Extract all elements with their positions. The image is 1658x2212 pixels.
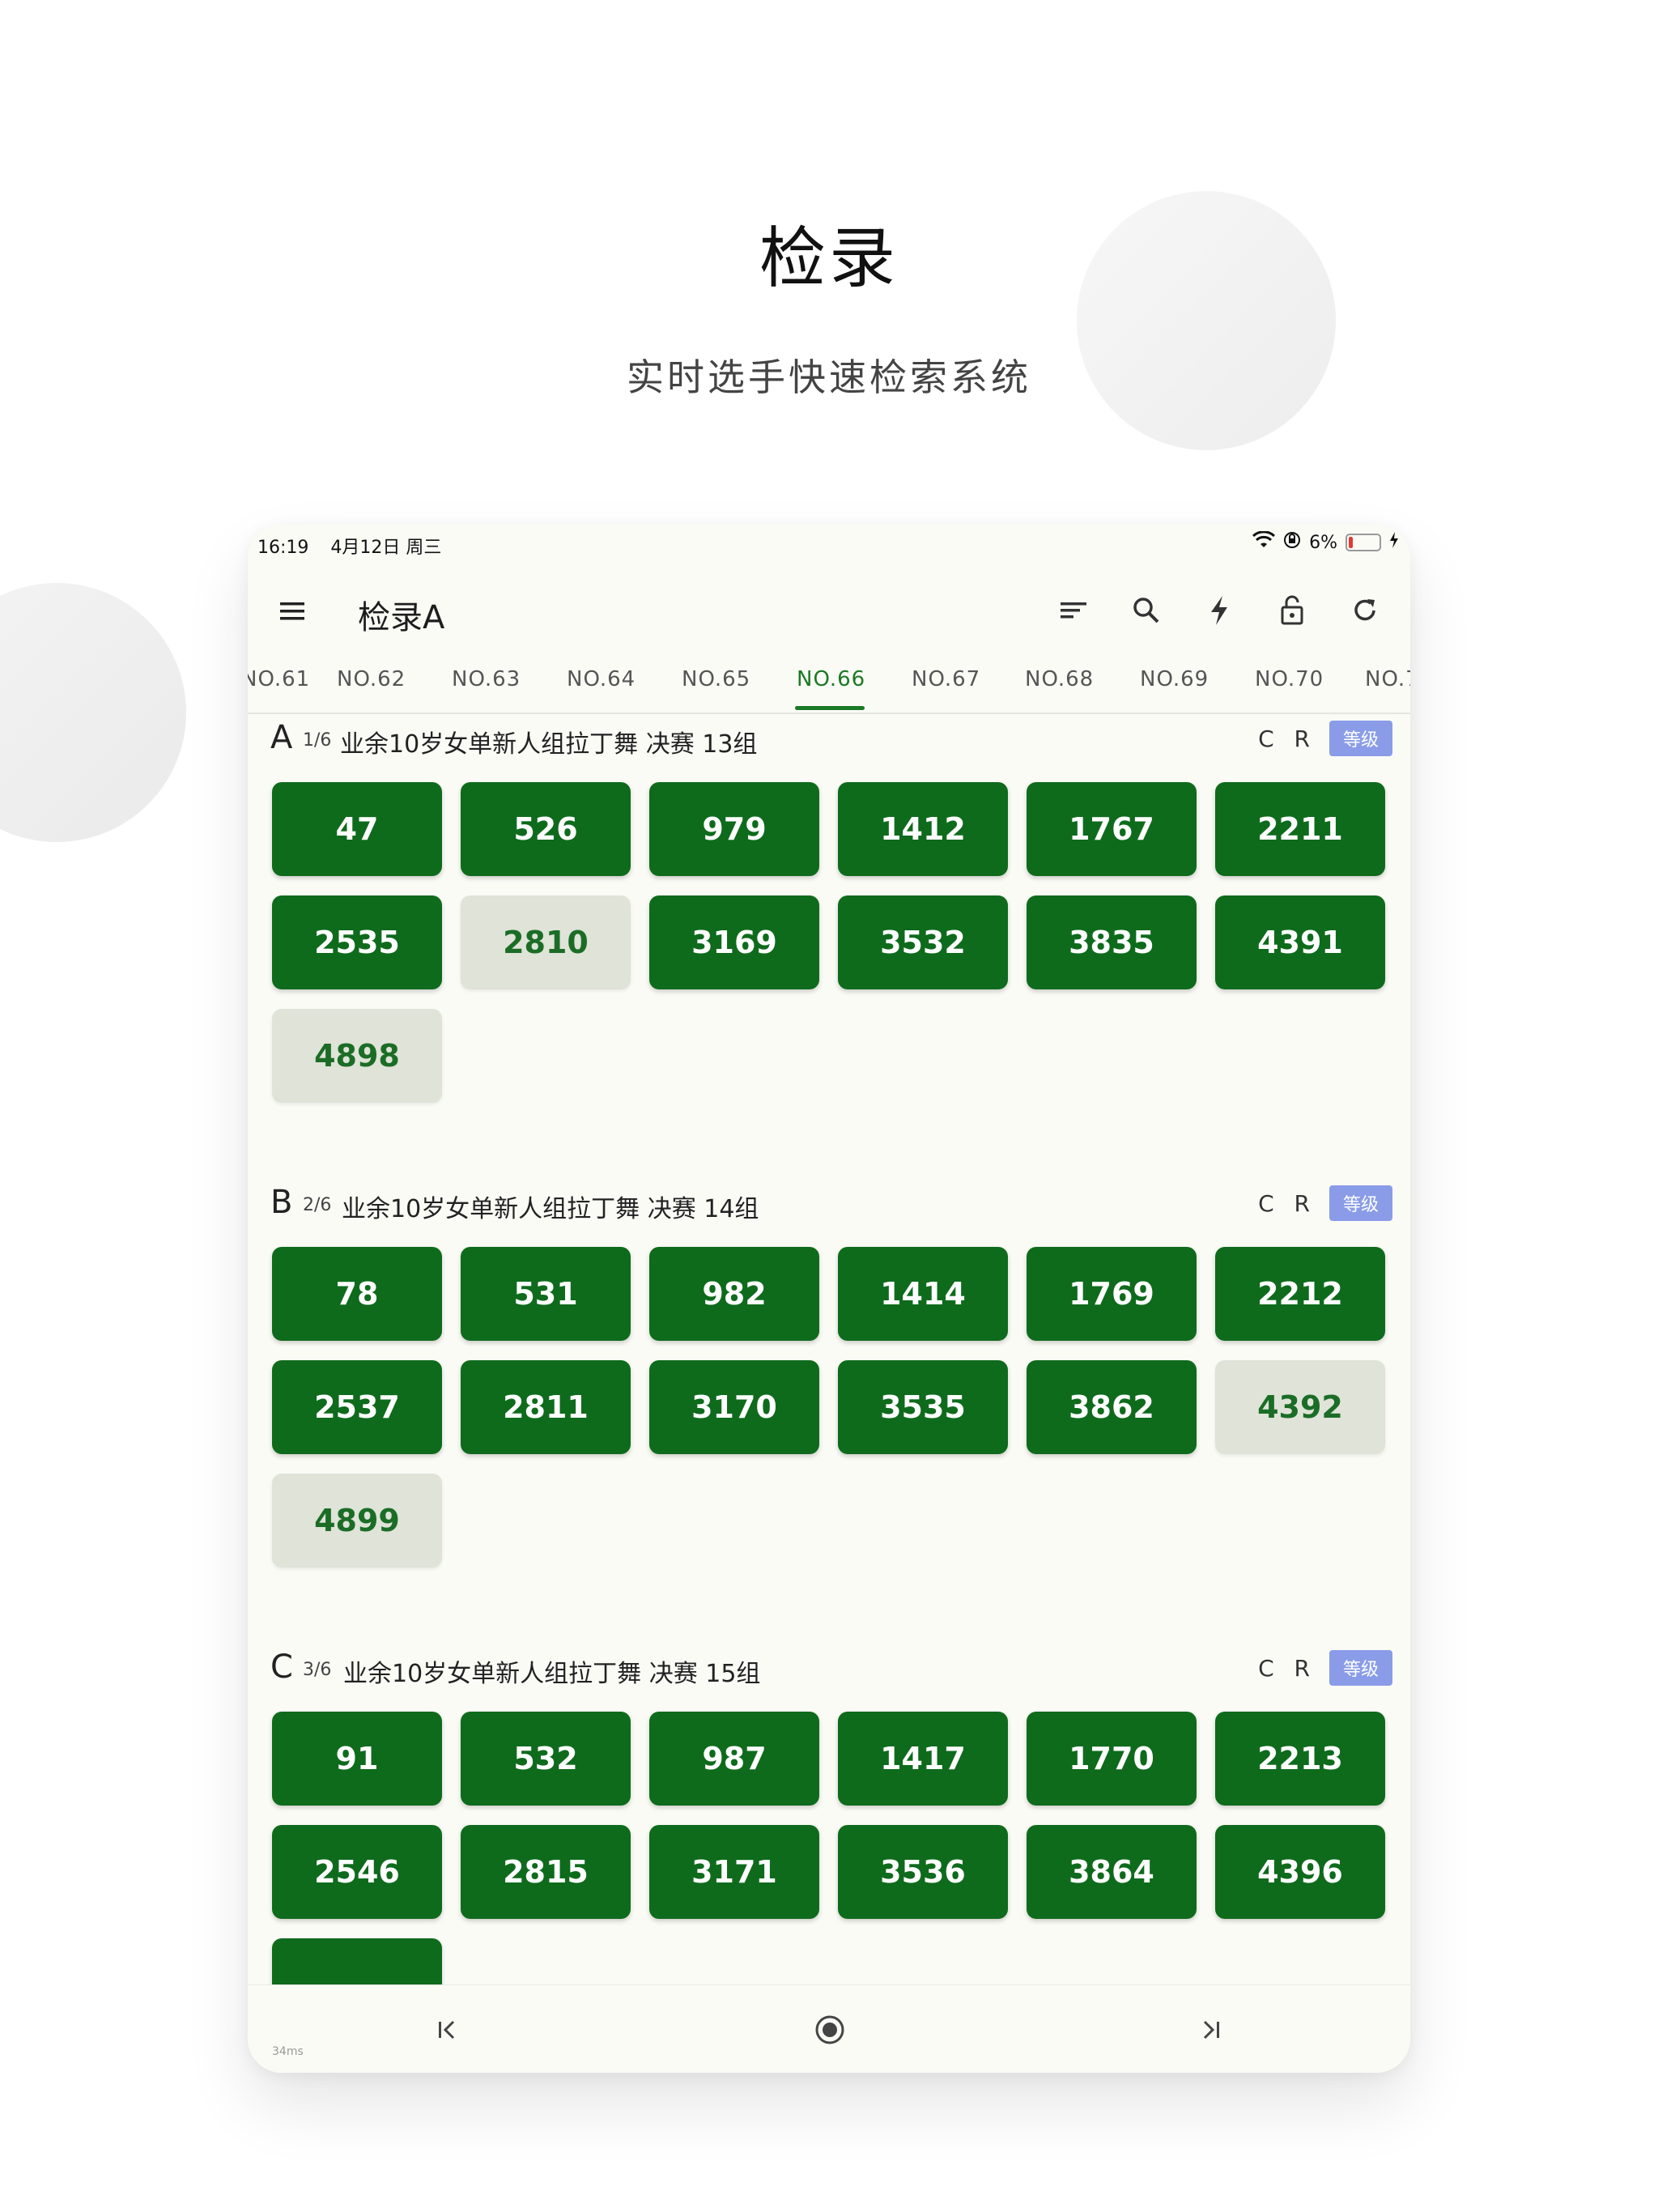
competitor-number-button[interactable]: 3835: [1027, 895, 1197, 989]
competitor-number-button[interactable]: 2535: [272, 895, 442, 989]
level-badge[interactable]: 等级: [1329, 721, 1392, 756]
charging-icon: [1389, 532, 1399, 553]
tab-no71[interactable]: NO.71: [1365, 667, 1410, 691]
tab-no69[interactable]: NO.69: [1140, 667, 1209, 691]
tab-no64[interactable]: NO.64: [567, 667, 636, 691]
sort-icon[interactable]: [1049, 586, 1098, 635]
competitor-number-button[interactable]: 3862: [1027, 1360, 1197, 1454]
active-tab-indicator: [795, 706, 865, 710]
heat-index: 2/6: [303, 1195, 332, 1215]
competitor-number-button[interactable]: 2211: [1215, 782, 1385, 876]
competitor-number-button[interactable]: 4899: [272, 1474, 442, 1568]
competitor-number-button[interactable]: 4898: [272, 1009, 442, 1103]
competitor-number-button[interactable]: 1770: [1027, 1712, 1197, 1806]
competitor-number-button[interactable]: 2815: [461, 1825, 631, 1919]
heat-header: C 3/6 业余10岁女单新人组拉丁舞 决赛 15组 C R 等级: [267, 1644, 1392, 1692]
flash-icon[interactable]: [1195, 586, 1244, 635]
competitor-number-button[interactable]: 3532: [838, 895, 1008, 989]
competitor-number-button[interactable]: [272, 1938, 442, 1987]
status-time: 16:19: [257, 538, 309, 558]
competitor-number-button[interactable]: 78: [272, 1247, 442, 1341]
tablet-screen: 16:19 4月12日 周三 6% 检录A NO.61 NO.62 NO.63 …: [248, 525, 1410, 2073]
competitor-number-button[interactable]: 4396: [1215, 1825, 1385, 1919]
menu-icon[interactable]: [272, 591, 312, 632]
competitor-number-button[interactable]: 531: [461, 1247, 631, 1341]
battery-icon: [1346, 534, 1381, 551]
wifi-icon: [1252, 530, 1276, 554]
heat-index: 1/6: [303, 730, 332, 751]
heat-title: 业余10岁女单新人组拉丁舞 决赛 13组: [340, 730, 758, 759]
level-badge[interactable]: 等级: [1329, 1650, 1392, 1686]
tab-no68[interactable]: NO.68: [1025, 667, 1094, 691]
competitor-number-button[interactable]: 1769: [1027, 1247, 1197, 1341]
competitor-number-button[interactable]: 1767: [1027, 782, 1197, 876]
competitor-number-button[interactable]: 1417: [838, 1712, 1008, 1806]
competitor-number-button[interactable]: 3170: [649, 1360, 819, 1454]
tab-no61[interactable]: NO.61: [248, 667, 310, 691]
heat-header: A 1/6 业余10岁女单新人组拉丁舞 决赛 13组 C R 等级: [267, 714, 1392, 763]
heat-letter: C: [270, 1648, 293, 1686]
first-page-icon[interactable]: [427, 2010, 468, 2050]
last-page-icon[interactable]: [1192, 2010, 1232, 2050]
heat-letter: A: [270, 719, 293, 756]
level-badge[interactable]: 等级: [1329, 1185, 1392, 1221]
status-bar: 16:19 4月12日 周三 6%: [248, 525, 1410, 562]
hero-title: 检录: [759, 220, 899, 297]
competitor-number-button[interactable]: 979: [649, 782, 819, 876]
status-date: 4月12日 周三: [330, 538, 442, 558]
search-icon[interactable]: [1122, 586, 1171, 635]
competitor-number-button[interactable]: 2212: [1215, 1247, 1385, 1341]
latency-label: 34ms: [272, 2045, 304, 2058]
competitor-number-button[interactable]: 982: [649, 1247, 819, 1341]
decor-circle-left: [0, 583, 186, 842]
competitor-number-button[interactable]: 2537: [272, 1360, 442, 1454]
heat-index: 3/6: [303, 1660, 332, 1680]
heat-cr-label[interactable]: C R: [1258, 725, 1316, 752]
tab-bar: NO.61 NO.62 NO.63 NO.64 NO.65 NO.66 NO.6…: [248, 656, 1410, 714]
battery-percent: 6%: [1309, 532, 1337, 553]
competitor-number-button[interactable]: 987: [649, 1712, 819, 1806]
competitor-number-button[interactable]: 1412: [838, 782, 1008, 876]
bottom-nav: 34ms: [248, 1984, 1410, 2073]
competitor-number-button[interactable]: 47: [272, 782, 442, 876]
competitor-number-button[interactable]: 3171: [649, 1825, 819, 1919]
heat-section: C 3/6 业余10岁女单新人组拉丁舞 决赛 15组 C R 等级 91 532 987 141…: [248, 1644, 1410, 1987]
heat-cr-label[interactable]: C R: [1258, 1655, 1316, 1682]
tab-no67[interactable]: NO.67: [912, 667, 980, 691]
heat-section: B 2/6 业余10岁女单新人组拉丁舞 决赛 14组 C R 等级 78 531 982 141…: [248, 1179, 1410, 1632]
tab-no70[interactable]: NO.70: [1255, 667, 1324, 691]
competitor-number-button[interactable]: 91: [272, 1712, 442, 1806]
competitor-number-button[interactable]: 2810: [461, 895, 631, 989]
competitor-number-button[interactable]: 3536: [838, 1825, 1008, 1919]
tab-no63[interactable]: NO.63: [452, 667, 521, 691]
competitor-number-button[interactable]: 2811: [461, 1360, 631, 1454]
competitor-number-button[interactable]: 3535: [838, 1360, 1008, 1454]
orientation-lock-icon: [1283, 531, 1301, 554]
tab-no66[interactable]: NO.66: [797, 667, 865, 691]
heat-cr-label[interactable]: C R: [1258, 1190, 1316, 1217]
lock-open-icon[interactable]: [1268, 586, 1316, 635]
competitor-number-button[interactable]: 3169: [649, 895, 819, 989]
refresh-icon[interactable]: [1341, 586, 1389, 635]
heat-section: A 1/6 业余10岁女单新人组拉丁舞 决赛 13组 C R 等级 47 526 979 141…: [248, 714, 1410, 1168]
radio-button-icon[interactable]: [810, 2010, 850, 2050]
tab-no62[interactable]: NO.62: [337, 667, 406, 691]
app-title: 检录A: [358, 599, 445, 636]
heat-header: B 2/6 业余10岁女单新人组拉丁舞 决赛 14组 C R 等级: [267, 1179, 1392, 1227]
tab-no65[interactable]: NO.65: [682, 667, 750, 691]
competitor-number-button[interactable]: 4392: [1215, 1360, 1385, 1454]
competitor-number-button[interactable]: 2213: [1215, 1712, 1385, 1806]
competitor-number-button[interactable]: 532: [461, 1712, 631, 1806]
competitor-number-button[interactable]: 2546: [272, 1825, 442, 1919]
competitor-number-button[interactable]: 526: [461, 782, 631, 876]
heat-list: A 1/6 业余10岁女单新人组拉丁舞 决赛 13组 C R 等级 47 526 979 141…: [248, 714, 1410, 1987]
competitor-number-button[interactable]: 1414: [838, 1247, 1008, 1341]
competitor-number-button[interactable]: 3864: [1027, 1825, 1197, 1919]
hero-subtitle: 实时选手快速检索系统: [627, 355, 1031, 399]
app-bar: 检录A: [248, 567, 1410, 656]
heat-title: 业余10岁女单新人组拉丁舞 决赛 15组: [343, 1660, 761, 1688]
heat-title: 业余10岁女单新人组拉丁舞 决赛 14组: [342, 1195, 759, 1223]
heat-letter: B: [270, 1184, 293, 1221]
competitor-number-button[interactable]: 4391: [1215, 895, 1385, 989]
